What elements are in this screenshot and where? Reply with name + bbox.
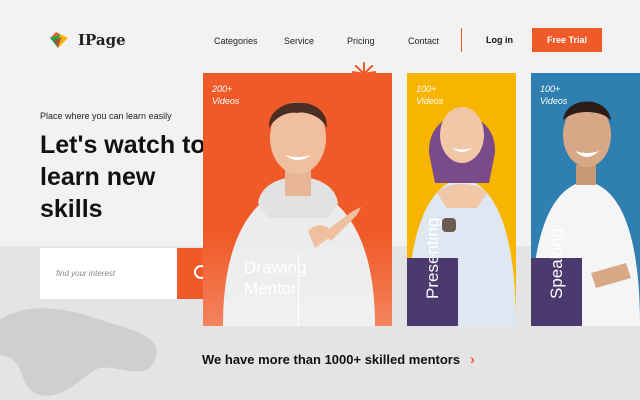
hero-tagline: Place where you can learn easily	[40, 111, 172, 121]
nav-pricing[interactable]: Pricing	[347, 36, 375, 46]
mentor-card-speaking[interactable]: 100+ Videos Speaking	[531, 73, 640, 326]
video-count: 100+ Videos	[540, 84, 568, 106]
brand-name: IPage	[78, 31, 126, 49]
search-input[interactable]	[40, 248, 177, 299]
mentor-card-presenting[interactable]: 100+ Videos Presenting	[407, 73, 516, 326]
card-label: Drawing Mentor	[244, 258, 307, 298]
video-count: 200+ Videos	[212, 84, 240, 106]
nav-contact[interactable]: Contact	[408, 36, 439, 46]
chevron-right-icon: ›	[470, 351, 475, 367]
decorative-blob	[0, 308, 157, 396]
mentor-card-drawing[interactable]: 200+ Videos Drawing Mentor	[203, 73, 392, 326]
nav-divider	[461, 28, 462, 52]
hero-headline: Let's watch to learn new skills	[40, 131, 206, 223]
mentors-text: We have more than 1000+ skilled mentors	[202, 351, 461, 367]
sparkle-icon	[352, 62, 376, 74]
nav-service[interactable]: Service	[284, 36, 314, 46]
logo[interactable]: IPage	[48, 30, 126, 50]
free-trial-button[interactable]: Free Trial	[532, 28, 602, 52]
card-label: Speaking	[547, 228, 566, 299]
card-label: Presenting	[423, 217, 442, 299]
search-bar	[40, 248, 228, 299]
nav-categories[interactable]: Categories	[214, 36, 258, 46]
login-link[interactable]: Log in	[486, 35, 513, 45]
mentors-cta[interactable]: We have more than 1000+ skilled mentors …	[202, 351, 475, 367]
video-count: 100+ Videos	[416, 84, 444, 106]
logo-icon	[50, 32, 68, 48]
